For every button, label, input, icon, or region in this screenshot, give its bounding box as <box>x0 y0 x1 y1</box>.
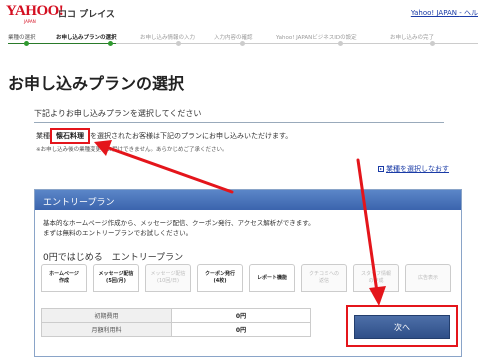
feature-label: レポート機能 <box>256 275 287 281</box>
fee-label: 月額利用料 <box>41 322 172 337</box>
step-industry: 業種の選択 <box>8 35 36 41</box>
table-row: 初期費用 0円 <box>41 308 311 323</box>
arrow-to-industry <box>104 145 234 194</box>
feature-review-reply: クチコミへの 返信 <box>301 264 347 292</box>
arrow-right-icon <box>378 166 384 172</box>
plan-description: 基本的なホームページ作成から、メッセージ配信、クーポン発行、アクセス解析ができま… <box>43 218 315 238</box>
feature-sublabel: (5回/月) <box>106 278 126 284</box>
feature-message-5: メッセージ配信 (5回/月) <box>93 264 139 292</box>
selected-industry: 懐石料理 <box>50 128 90 144</box>
yahoo-japan-link-text[interactable]: Yahoo! JAPAN <box>411 9 457 17</box>
step-confirm: 入力内容の確認 <box>214 35 253 41</box>
fee-value: 0円 <box>171 308 311 323</box>
feature-ads: 広告表示 <box>405 264 451 292</box>
feature-sublabel: 作成 <box>58 278 69 284</box>
logo-sub-text: JAPAN <box>24 19 36 24</box>
feature-staff-info: スタッフ情報 の作成 <box>353 264 399 292</box>
selected-industry-line: 業種 懐石料理 を選択されたお客様は下記のプランにお申し込みいただけます。 <box>36 128 292 144</box>
feature-label: スタッフ情報 <box>360 271 391 277</box>
site-header: YAHOO! JAPAN ロコ プレイス Yahoo! JAPAN - ヘル <box>0 0 480 28</box>
table-row: 月額利用料 0円 <box>41 322 311 337</box>
logo-main-text: YAHOO! <box>6 3 64 19</box>
feature-label: メッセージ配信 <box>98 271 134 277</box>
step-dot <box>108 41 113 46</box>
step-business-id: Yahoo! JAPANビジネスIDの設定 <box>276 35 357 41</box>
section-heading: 下記よりお申し込みプランを選択してください <box>34 108 444 123</box>
step-dot <box>176 41 181 46</box>
feature-message-10: メッセージ配信 (10回/日) <box>145 264 191 292</box>
feature-label: 広告表示 <box>417 275 438 281</box>
feature-label: クチコミへの <box>308 271 339 277</box>
feature-sublabel: 返信 <box>318 278 329 284</box>
feature-sublabel: (10回/日) <box>157 278 179 284</box>
plan-header: エントリープラン <box>35 190 461 210</box>
feature-coupon: クーポン発行 (4枚) <box>197 264 243 292</box>
feature-homepage: ホームページ 作成 <box>41 264 87 292</box>
plan-description-line: まずは無料のエントリープランでお試しください。 <box>43 229 193 237</box>
next-button[interactable]: 次へ <box>354 315 450 339</box>
step-dot <box>430 41 435 46</box>
page-title: お申し込みプランの選択 <box>8 74 185 93</box>
step-dot <box>338 41 343 46</box>
fee-table: 初期費用 0円 月額利用料 0円 <box>41 308 311 337</box>
service-name: ロコ プレイス <box>58 10 115 20</box>
yahoo-japan-link[interactable]: Yahoo! JAPAN - ヘル <box>411 8 478 18</box>
step-plan: お申し込みプランの選択 <box>56 35 117 41</box>
feature-sublabel: (4枚) <box>213 278 227 284</box>
feature-tabs: ホームページ 作成 メッセージ配信 (5回/月) メッセージ配信 (10回/日) クー… <box>41 264 455 294</box>
yahoo-japan-logo[interactable]: YAHOO! JAPAN <box>6 3 64 25</box>
help-link[interactable]: - ヘル <box>459 9 478 17</box>
feature-sublabel: の作成 <box>368 278 384 284</box>
step-input: お申し込み情報の入力 <box>140 35 196 41</box>
reselect-industry-link[interactable]: 業種を選択しなおす <box>378 164 449 174</box>
industry-suffix: を選択されたお客様は下記のプランにお申し込みいただけます。 <box>90 132 293 140</box>
fee-label: 初期費用 <box>41 308 172 323</box>
step-complete: お申し込みの完了 <box>390 35 435 41</box>
plan-name: 0円ではじめる エントリープラン <box>43 253 184 263</box>
next-button-highlight: 次へ <box>346 305 458 347</box>
step-dot <box>24 41 29 46</box>
fee-value: 0円 <box>171 322 311 337</box>
feature-label: クーポン発行 <box>204 271 235 277</box>
progress-steps: 業種の選択 お申し込みプランの選択 お申し込み情報の入力 入力内容の確認 Yah… <box>0 30 480 50</box>
reselect-industry-label[interactable]: 業種を選択しなおす <box>386 165 449 173</box>
plan-description-line: 基本的なホームページ作成から、メッセージ配信、クーポン発行、アクセス解析ができま… <box>43 219 315 227</box>
industry-change-note: ※お申し込み後の業種変更はお受けできません。あらかじめご了承ください。 <box>36 147 228 153</box>
feature-label: メッセージ配信 <box>150 271 186 277</box>
feature-report: レポート機能 <box>249 264 295 292</box>
industry-prefix: 業種 <box>36 132 50 140</box>
step-dot <box>240 41 245 46</box>
feature-label: ホームページ <box>49 271 79 277</box>
